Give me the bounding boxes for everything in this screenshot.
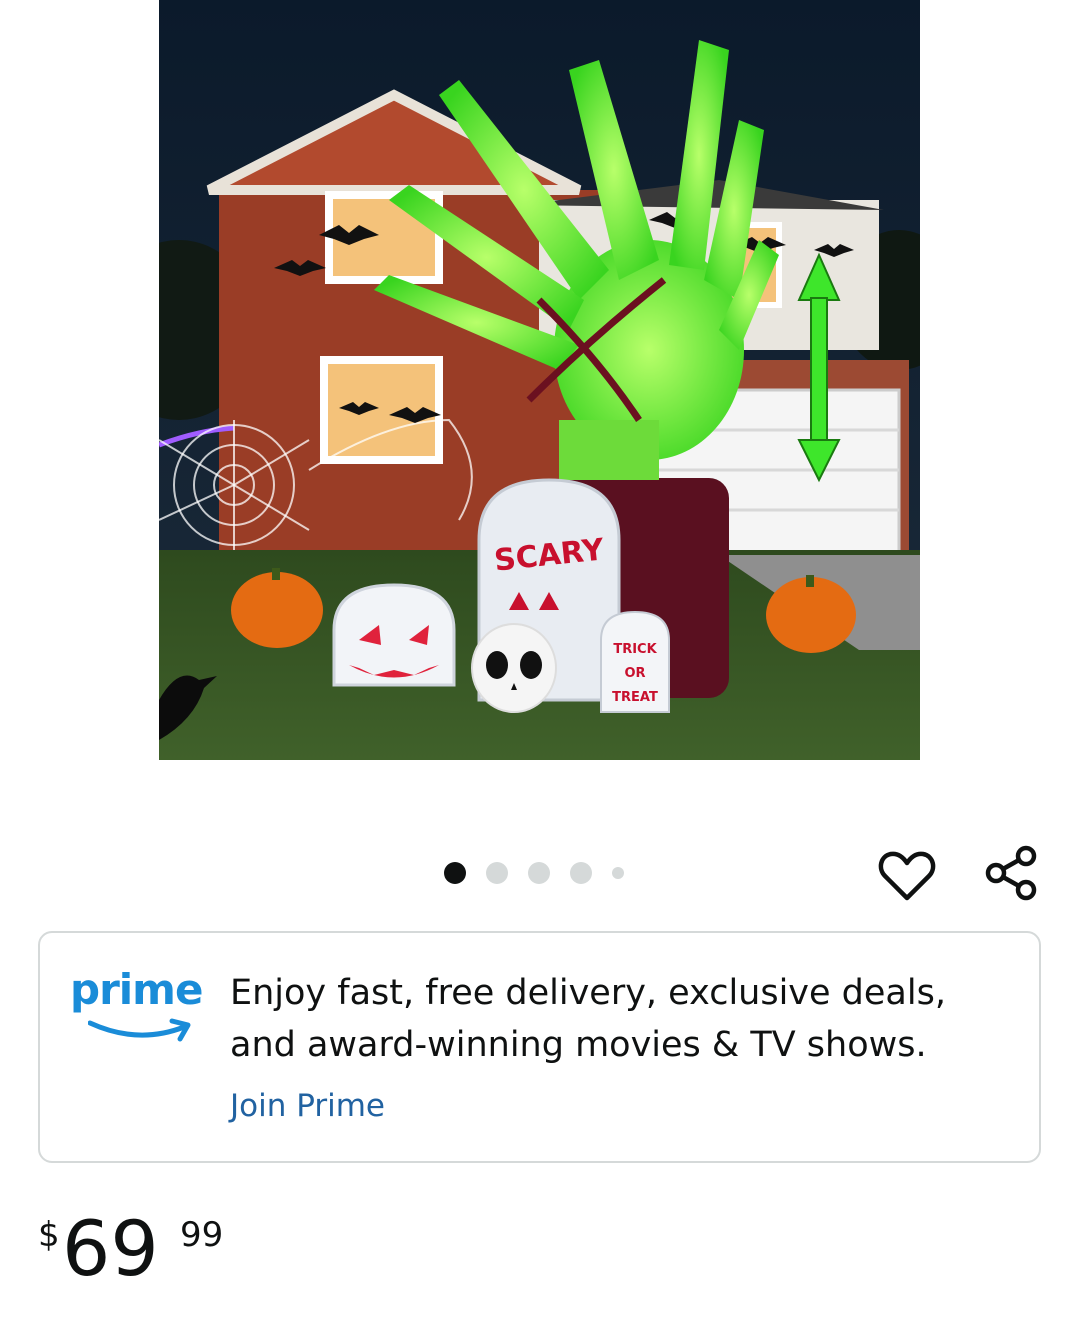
prime-smile-icon bbox=[88, 1018, 191, 1042]
price-whole: 69 bbox=[62, 1204, 159, 1293]
price-fraction: 99 bbox=[180, 1215, 224, 1255]
prime-promo-card[interactable]: prime Enjoy fast, free delivery, exclusi… bbox=[38, 931, 1041, 1163]
carousel-dot-2[interactable] bbox=[486, 862, 508, 884]
tombstone-small-line2: OR bbox=[624, 666, 645, 681]
image-carousel-dots bbox=[444, 861, 644, 885]
carousel-dot-3[interactable] bbox=[528, 862, 550, 884]
product-page: SCARY TRICK OR TREAT prime Enjoy fast, f… bbox=[0, 0, 1080, 1339]
join-prime-link[interactable]: Join Prime bbox=[230, 1088, 385, 1124]
prime-message-line2: and award-winning movies & TV shows. bbox=[230, 1025, 927, 1065]
prime-logo: prime bbox=[70, 969, 210, 1049]
carousel-dot-1[interactable] bbox=[444, 862, 466, 884]
product-image[interactable]: SCARY TRICK OR TREAT bbox=[159, 0, 920, 760]
carousel-dot-4[interactable] bbox=[570, 862, 592, 884]
heart-outline-icon[interactable] bbox=[878, 846, 936, 904]
prime-logo-word: prime bbox=[70, 965, 203, 1014]
prime-message: Enjoy fast, free delivery, exclusive dea… bbox=[230, 967, 1010, 1071]
carousel-dot-5[interactable] bbox=[612, 867, 624, 879]
price-currency-symbol: $ bbox=[38, 1215, 60, 1255]
prime-message-line1: Enjoy fast, free delivery, exclusive dea… bbox=[230, 973, 946, 1013]
tombstone-small-line1: TRICK bbox=[613, 642, 657, 657]
share-icon[interactable] bbox=[982, 842, 1042, 902]
tombstone-small-line3: TREAT bbox=[612, 690, 658, 705]
